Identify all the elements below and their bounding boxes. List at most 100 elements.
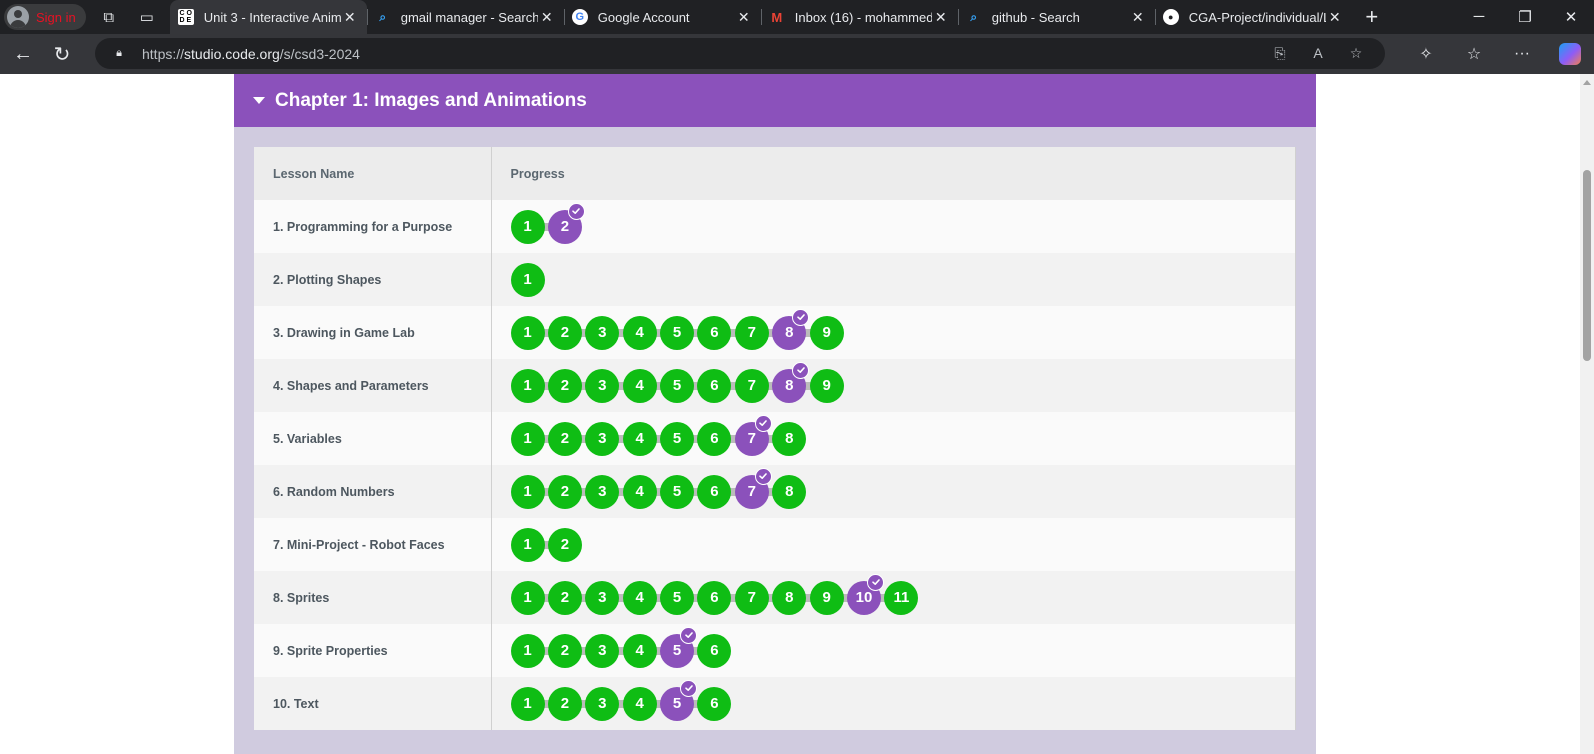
level-bubble[interactable]: 1 [510, 421, 545, 456]
copilot-icon[interactable] [1559, 43, 1581, 65]
level-bubble[interactable]: 6 [697, 315, 732, 350]
tab-cga-project[interactable]: ● CGA-Project/individual/Le ✕ [1154, 0, 1352, 34]
favorite-star-icon[interactable]: ☆ [1337, 45, 1375, 62]
assessment-level-bubble[interactable]: 2 [547, 202, 585, 244]
level-bubble[interactable]: 2 [547, 527, 582, 562]
level-bubble[interactable]: 3 [585, 580, 620, 615]
minimize-icon[interactable]: ─ [1456, 8, 1502, 26]
assessment-level-bubble[interactable]: 5 [660, 626, 698, 668]
level-bubble[interactable]: 1 [510, 580, 545, 615]
level-bubble[interactable]: 6 [697, 368, 732, 403]
scrollbar-thumb[interactable] [1583, 170, 1591, 361]
level-bubble[interactable]: 11 [884, 580, 919, 615]
lock-icon[interactable]: 🔒︎ [112, 47, 126, 61]
lesson-name-link[interactable]: 9. Sprite Properties [273, 644, 388, 658]
tab-actions-icon[interactable]: ▭ [132, 2, 162, 32]
assessment-level-bubble[interactable]: 7 [734, 414, 772, 456]
level-bubble[interactable]: 6 [697, 580, 732, 615]
level-bubble[interactable]: 3 [585, 421, 620, 456]
url-text[interactable]: https://studio.code.org/s/csd3-2024 [142, 46, 360, 62]
level-bubble[interactable]: 7 [734, 580, 769, 615]
tab-gmail-manager-search[interactable]: ⌕ gmail manager - Search ✕ [366, 0, 564, 34]
favorites-icon[interactable]: ☆ [1450, 44, 1498, 64]
level-bubble[interactable]: 3 [585, 315, 620, 350]
level-bubble[interactable]: 5 [660, 368, 695, 403]
close-tab-icon[interactable]: ✕ [1326, 9, 1344, 26]
assessment-level-bubble[interactable]: 8 [772, 361, 810, 403]
level-bubble[interactable]: 1 [510, 209, 545, 244]
tab-github-search[interactable]: ⌕ github - Search ✕ [957, 0, 1155, 34]
level-bubble[interactable]: 1 [510, 686, 545, 721]
level-bubble[interactable]: 4 [622, 368, 657, 403]
level-bubble[interactable]: 3 [585, 474, 620, 509]
lesson-name-link[interactable]: 2. Plotting Shapes [273, 273, 381, 287]
settings-more-icon[interactable]: ··· [1498, 45, 1546, 63]
tab-google-account[interactable]: G Google Account ✕ [563, 0, 761, 34]
level-bubble[interactable]: 1 [510, 474, 545, 509]
assessment-level-bubble[interactable]: 5 [660, 679, 698, 721]
level-bubble[interactable]: 4 [622, 633, 657, 668]
level-bubble[interactable]: 3 [585, 633, 620, 668]
level-bubble[interactable]: 1 [510, 633, 545, 668]
profile-button[interactable]: Sign in [4, 4, 86, 30]
close-tab-icon[interactable]: ✕ [1129, 9, 1147, 26]
close-tab-icon[interactable]: ✕ [932, 9, 950, 26]
workspaces-icon[interactable]: ⧉ [94, 2, 124, 32]
level-bubble[interactable]: 9 [809, 315, 844, 350]
close-tab-icon[interactable]: ✕ [735, 9, 753, 26]
level-bubble[interactable]: 1 [510, 368, 545, 403]
level-bubble[interactable]: 6 [697, 686, 732, 721]
window-close-icon[interactable]: ✕ [1548, 8, 1594, 26]
level-bubble[interactable]: 6 [697, 421, 732, 456]
level-bubble[interactable]: 7 [734, 368, 769, 403]
scroll-up-arrow-icon[interactable] [1583, 80, 1591, 85]
back-arrow-icon[interactable]: ← [7, 38, 39, 70]
tab-inbox[interactable]: M Inbox (16) - mohammed.k ✕ [760, 0, 958, 34]
tab-unit-3[interactable]: C OD E Unit 3 - Interactive Animations ✕ [169, 0, 367, 34]
lesson-name-link[interactable]: 8. Sprites [273, 591, 329, 605]
level-bubble[interactable]: 6 [697, 633, 732, 668]
lesson-name-link[interactable]: 6. Random Numbers [273, 485, 395, 499]
chapter-header[interactable]: Chapter 1: Images and Animations [234, 74, 1316, 127]
level-bubble[interactable]: 5 [660, 315, 695, 350]
level-bubble[interactable]: 2 [547, 686, 582, 721]
level-bubble[interactable]: 9 [809, 580, 844, 615]
level-bubble[interactable]: 2 [547, 315, 582, 350]
level-bubble[interactable]: 1 [510, 262, 545, 297]
app-available-icon[interactable]: ⎘ [1261, 45, 1299, 62]
lesson-name-link[interactable]: 7. Mini-Project - Robot Faces [273, 538, 445, 552]
level-bubble[interactable]: 5 [660, 580, 695, 615]
restore-icon[interactable]: ❐ [1502, 8, 1548, 26]
level-bubble[interactable]: 3 [585, 368, 620, 403]
lesson-name-link[interactable]: 10. Text [273, 697, 319, 711]
refresh-icon[interactable]: ↻ [46, 38, 78, 70]
level-bubble[interactable]: 7 [734, 315, 769, 350]
level-bubble[interactable]: 2 [547, 368, 582, 403]
level-bubble[interactable]: 5 [660, 474, 695, 509]
new-tab-plus-icon[interactable]: + [1356, 2, 1388, 32]
level-bubble[interactable]: 4 [622, 580, 657, 615]
level-bubble[interactable]: 1 [510, 315, 545, 350]
lesson-name-link[interactable]: 3. Drawing in Game Lab [273, 326, 415, 340]
level-bubble[interactable]: 3 [585, 686, 620, 721]
level-bubble[interactable]: 2 [547, 474, 582, 509]
page-scrollbar[interactable] [1580, 74, 1594, 754]
level-bubble[interactable]: 9 [809, 368, 844, 403]
assessment-level-bubble[interactable]: 10 [847, 573, 885, 615]
extensions-icon[interactable]: ✧ [1402, 44, 1450, 64]
level-bubble[interactable]: 8 [772, 474, 807, 509]
read-aloud-icon[interactable]: A [1299, 45, 1337, 62]
lesson-name-link[interactable]: 4. Shapes and Parameters [273, 379, 429, 393]
level-bubble[interactable]: 1 [510, 527, 545, 562]
level-bubble[interactable]: 8 [772, 580, 807, 615]
lesson-name-link[interactable]: 5. Variables [273, 432, 342, 446]
level-bubble[interactable]: 2 [547, 580, 582, 615]
close-tab-icon[interactable]: ✕ [341, 9, 359, 26]
level-bubble[interactable]: 6 [697, 474, 732, 509]
close-tab-icon[interactable]: ✕ [538, 9, 556, 26]
level-bubble[interactable]: 2 [547, 421, 582, 456]
address-bar[interactable]: 🔒︎ https://studio.code.org/s/csd3-2024 ⎘… [95, 38, 1385, 69]
level-bubble[interactable]: 2 [547, 633, 582, 668]
level-bubble[interactable]: 4 [622, 421, 657, 456]
level-bubble[interactable]: 8 [772, 421, 807, 456]
